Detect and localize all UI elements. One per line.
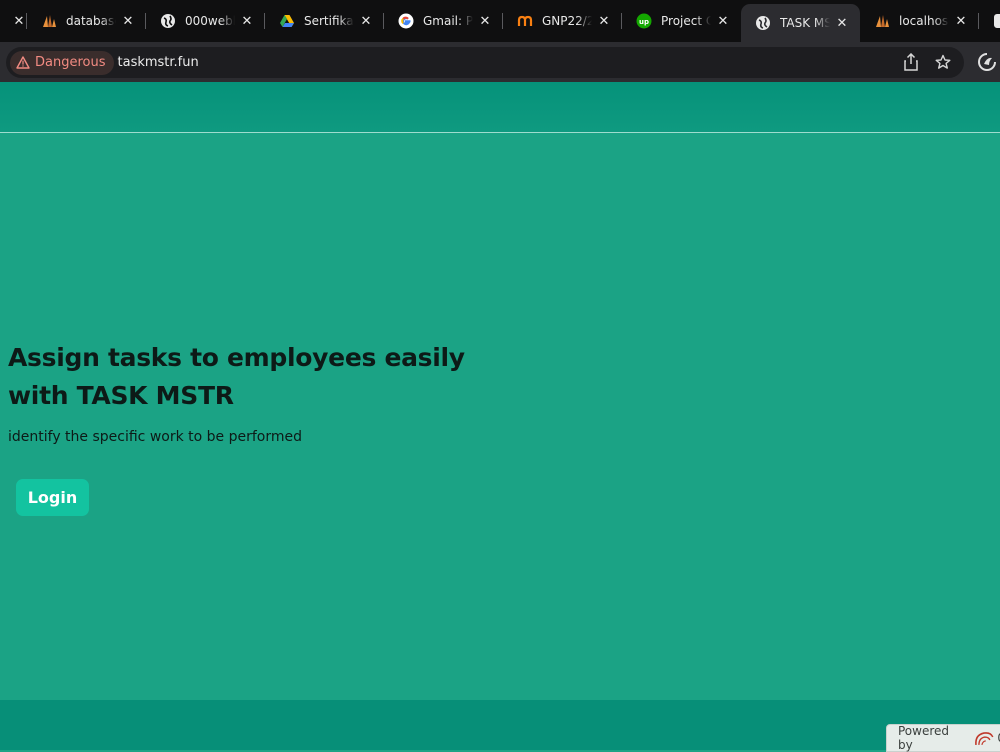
tab-gnp[interactable]: GNP22/23 ✕ (503, 0, 622, 42)
address-bar[interactable]: Dangerous taskmstr.fun (6, 47, 964, 78)
close-icon[interactable]: ✕ (596, 13, 612, 29)
site-footer (0, 700, 1000, 750)
tab-gmail[interactable]: Gmail: Pri ✕ (384, 0, 503, 42)
powered-by-badge[interactable]: Powered by 0 (886, 724, 1000, 752)
close-icon[interactable]: ✕ (953, 13, 969, 29)
tab-title: Gmail: Pri (423, 14, 473, 28)
globe-icon (160, 13, 176, 29)
tab-title: GNP22/23 (542, 14, 592, 28)
hero-heading-line1: Assign tasks to employees easily (8, 343, 465, 372)
site-navbar (0, 82, 1000, 133)
partial-tab-icon (991, 13, 1000, 29)
close-icon[interactable]: ✕ (715, 13, 731, 29)
security-indicator[interactable]: Dangerous (10, 50, 114, 75)
tab-project[interactable]: up Project C ✕ (622, 0, 741, 42)
share-icon[interactable] (902, 53, 920, 71)
globe-icon (755, 15, 771, 31)
warning-icon (16, 56, 30, 69)
close-icon[interactable]: ✕ (239, 13, 255, 29)
tab-title: databases (66, 14, 116, 28)
extension-icon[interactable] (977, 52, 997, 72)
tab-title: Project C (661, 14, 711, 28)
tab-title: TASK MSTR (780, 16, 830, 30)
login-button[interactable]: Login (16, 479, 89, 516)
sql-sails-icon (41, 13, 57, 29)
upwork-icon: up (636, 13, 652, 29)
tab-localhost[interactable]: localhost ✕ (860, 0, 979, 42)
bookmark-star-icon[interactable] (934, 53, 952, 71)
hero-subtitle: identify the specific work to be perform… (8, 429, 303, 445)
browser-toolbar: Dangerous taskmstr.fun (0, 42, 1000, 82)
close-icon[interactable]: ✕ (358, 13, 374, 29)
tab-title: 000webhost (185, 14, 235, 28)
svg-text:up: up (639, 18, 649, 26)
close-icon[interactable]: ✕ (834, 15, 850, 31)
tab-databases[interactable]: databases ✕ (27, 0, 146, 42)
tab-task-mstr[interactable]: TASK MSTR ✕ (741, 4, 860, 42)
tab-title: localhost (899, 14, 949, 28)
web-page: Assign tasks to employees easily with TA… (0, 82, 1000, 750)
tab-sertifikat[interactable]: Sertifikat ✕ (265, 0, 384, 42)
close-icon[interactable]: ✕ (120, 13, 136, 29)
sql-sails-icon (874, 13, 890, 29)
tab-previous[interactable]: ✕ (0, 0, 27, 42)
url-text[interactable]: taskmstr.fun (118, 55, 199, 70)
google-icon (398, 13, 414, 29)
hero-heading: Assign tasks to employees easily with TA… (8, 339, 468, 415)
drive-icon (279, 13, 295, 29)
close-icon[interactable]: ✕ (477, 13, 493, 29)
hero-section: Assign tasks to employees easily with TA… (8, 339, 468, 445)
tab-000webhost[interactable]: 000webhost ✕ (146, 0, 265, 42)
close-icon[interactable]: ✕ (11, 13, 27, 29)
host-logo-icon (974, 732, 994, 746)
security-label: Dangerous (35, 55, 106, 70)
browser-tab-strip: ✕ databases ✕ 000webhost ✕ Sertifikat ✕ … (0, 0, 1000, 42)
tab-title: Sertifikat (304, 14, 354, 28)
powered-by-text: Powered by (898, 724, 950, 752)
moodle-icon (517, 13, 533, 29)
hero-heading-line2: with TASK MSTR (8, 381, 234, 410)
tab-overflow[interactable] (979, 0, 1000, 42)
